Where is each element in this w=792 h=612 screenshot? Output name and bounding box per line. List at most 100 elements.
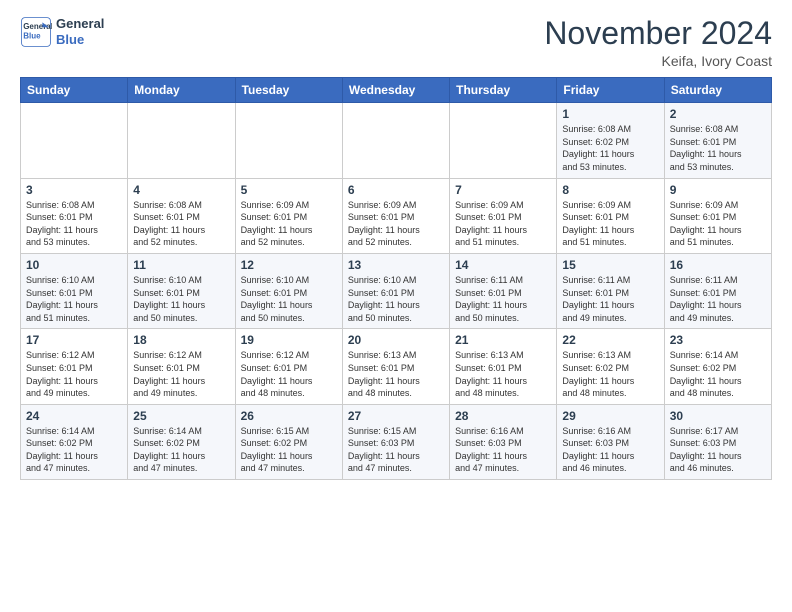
- day-info: Sunrise: 6:17 AM Sunset: 6:03 PM Dayligh…: [670, 425, 766, 475]
- day-number: 23: [670, 333, 766, 347]
- day-number: 6: [348, 183, 444, 197]
- day-info: Sunrise: 6:14 AM Sunset: 6:02 PM Dayligh…: [133, 425, 229, 475]
- calendar-cell: 22Sunrise: 6:13 AM Sunset: 6:02 PM Dayli…: [557, 329, 664, 404]
- day-info: Sunrise: 6:08 AM Sunset: 6:02 PM Dayligh…: [562, 123, 658, 173]
- svg-text:General: General: [23, 22, 52, 31]
- day-number: 29: [562, 409, 658, 423]
- month-title: November 2024: [544, 16, 772, 51]
- weekday-header: Sunday: [21, 78, 128, 103]
- calendar-cell: 17 Sunrise: 6:12 AM Sunset: 6:01 PM Dayli…: [21, 329, 128, 404]
- calendar-cell: 19 Sunrise: 6:12 AM Sunset: 6:01 PM Dayli…: [235, 329, 342, 404]
- day-number: 10: [26, 258, 122, 272]
- day-number: 19: [241, 333, 337, 347]
- page: General Blue General Blue November 2024 …: [0, 0, 792, 612]
- day-number: 2: [670, 107, 766, 121]
- day-number: 18: [133, 333, 229, 347]
- calendar-cell: 7 Sunrise: 6:09 AM Sunset: 6:01 PM Daylig…: [450, 178, 557, 253]
- calendar-cell: 4 Sunrise: 6:08 AM Sunset: 6:01 PM Daylig…: [128, 178, 235, 253]
- weekday-header: Saturday: [664, 78, 771, 103]
- day-info: Sunrise: 6:16 AM Sunset: 6:03 PM Dayligh…: [455, 425, 551, 475]
- calendar-cell: 6 Sunrise: 6:09 AM Sunset: 6:01 PM Daylig…: [342, 178, 449, 253]
- location: Keifa, Ivory Coast: [544, 53, 772, 69]
- day-info: Sunrise: 6:10 AM Sunset: 6:01 PM Dayligh…: [26, 274, 122, 324]
- day-info: Sunrise: 6:08 AM Sunset: 6:01 PM Dayligh…: [670, 123, 766, 173]
- day-number: 17: [26, 333, 122, 347]
- calendar-cell: 3Sunrise: 6:08 AM Sunset: 6:01 PM Daylig…: [21, 178, 128, 253]
- calendar-cell: 2 Sunrise: 6:08 AM Sunset: 6:01 PM Daylig…: [664, 103, 771, 178]
- calendar: SundayMondayTuesdayWednesdayThursdayFrid…: [20, 77, 772, 480]
- calendar-cell: 29 Sunrise: 6:16 AM Sunset: 6:03 PM Dayli…: [557, 404, 664, 479]
- day-number: 11: [133, 258, 229, 272]
- day-number: 16: [670, 258, 766, 272]
- day-number: 12: [241, 258, 337, 272]
- day-info: Sunrise: 6:12 AM Sunset: 6:01 PM Dayligh…: [26, 349, 122, 399]
- day-number: 28: [455, 409, 551, 423]
- day-number: 5: [241, 183, 337, 197]
- weekday-header: Monday: [128, 78, 235, 103]
- day-number: 14: [455, 258, 551, 272]
- day-info: Sunrise: 6:10 AM Sunset: 6:01 PM Dayligh…: [133, 274, 229, 324]
- calendar-cell: 1 Sunrise: 6:08 AM Sunset: 6:02 PM Daylig…: [557, 103, 664, 178]
- weekday-header: Wednesday: [342, 78, 449, 103]
- calendar-cell: 21 Sunrise: 6:13 AM Sunset: 6:01 PM Dayli…: [450, 329, 557, 404]
- calendar-cell: [342, 103, 449, 178]
- svg-text:Blue: Blue: [23, 31, 41, 40]
- day-info: Sunrise: 6:14 AM Sunset: 6:02 PM Dayligh…: [26, 425, 122, 475]
- day-number: 3: [26, 183, 122, 197]
- day-number: 1: [562, 107, 658, 121]
- calendar-cell: [128, 103, 235, 178]
- calendar-week-row: 10 Sunrise: 6:10 AM Sunset: 6:01 PM Dayli…: [21, 253, 772, 328]
- calendar-cell: 20Sunrise: 6:13 AM Sunset: 6:01 PM Dayli…: [342, 329, 449, 404]
- calendar-cell: 14Sunrise: 6:11 AM Sunset: 6:01 PM Dayli…: [450, 253, 557, 328]
- calendar-cell: 25Sunrise: 6:14 AM Sunset: 6:02 PM Dayli…: [128, 404, 235, 479]
- day-info: Sunrise: 6:09 AM Sunset: 6:01 PM Dayligh…: [348, 199, 444, 249]
- title-block: November 2024 Keifa, Ivory Coast: [544, 16, 772, 69]
- weekday-header: Tuesday: [235, 78, 342, 103]
- day-info: Sunrise: 6:08 AM Sunset: 6:01 PM Dayligh…: [133, 199, 229, 249]
- calendar-cell: [450, 103, 557, 178]
- calendar-cell: 9 Sunrise: 6:09 AM Sunset: 6:01 PM Daylig…: [664, 178, 771, 253]
- calendar-cell: 26Sunrise: 6:15 AM Sunset: 6:02 PM Dayli…: [235, 404, 342, 479]
- calendar-cell: 18 Sunrise: 6:12 AM Sunset: 6:01 PM Dayli…: [128, 329, 235, 404]
- day-info: Sunrise: 6:11 AM Sunset: 6:01 PM Dayligh…: [562, 274, 658, 324]
- day-info: Sunrise: 6:09 AM Sunset: 6:01 PM Dayligh…: [670, 199, 766, 249]
- calendar-cell: 10 Sunrise: 6:10 AM Sunset: 6:01 PM Dayli…: [21, 253, 128, 328]
- calendar-cell: 12Sunrise: 6:10 AM Sunset: 6:01 PM Dayli…: [235, 253, 342, 328]
- calendar-cell: 16 Sunrise: 6:11 AM Sunset: 6:01 PM Dayli…: [664, 253, 771, 328]
- day-info: Sunrise: 6:09 AM Sunset: 6:01 PM Dayligh…: [455, 199, 551, 249]
- calendar-cell: [21, 103, 128, 178]
- day-info: Sunrise: 6:12 AM Sunset: 6:01 PM Dayligh…: [133, 349, 229, 399]
- day-number: 15: [562, 258, 658, 272]
- day-number: 27: [348, 409, 444, 423]
- day-number: 30: [670, 409, 766, 423]
- day-info: Sunrise: 6:09 AM Sunset: 6:01 PM Dayligh…: [562, 199, 658, 249]
- day-info: Sunrise: 6:12 AM Sunset: 6:01 PM Dayligh…: [241, 349, 337, 399]
- day-number: 8: [562, 183, 658, 197]
- day-number: 20: [348, 333, 444, 347]
- weekday-header: Friday: [557, 78, 664, 103]
- calendar-week-row: 17 Sunrise: 6:12 AM Sunset: 6:01 PM Dayli…: [21, 329, 772, 404]
- calendar-cell: 5Sunrise: 6:09 AM Sunset: 6:01 PM Daylig…: [235, 178, 342, 253]
- day-number: 7: [455, 183, 551, 197]
- logo-icon: General Blue: [20, 16, 52, 48]
- weekday-header: Thursday: [450, 78, 557, 103]
- logo-text: General Blue: [56, 16, 104, 47]
- day-number: 26: [241, 409, 337, 423]
- header: General Blue General Blue November 2024 …: [20, 16, 772, 69]
- calendar-week-row: 1 Sunrise: 6:08 AM Sunset: 6:02 PM Daylig…: [21, 103, 772, 178]
- calendar-cell: 13 Sunrise: 6:10 AM Sunset: 6:01 PM Dayli…: [342, 253, 449, 328]
- day-number: 4: [133, 183, 229, 197]
- day-info: Sunrise: 6:14 AM Sunset: 6:02 PM Dayligh…: [670, 349, 766, 399]
- day-info: Sunrise: 6:10 AM Sunset: 6:01 PM Dayligh…: [348, 274, 444, 324]
- day-number: 13: [348, 258, 444, 272]
- day-number: 24: [26, 409, 122, 423]
- day-info: Sunrise: 6:13 AM Sunset: 6:01 PM Dayligh…: [455, 349, 551, 399]
- day-number: 21: [455, 333, 551, 347]
- day-number: 9: [670, 183, 766, 197]
- calendar-cell: 28 Sunrise: 6:16 AM Sunset: 6:03 PM Dayli…: [450, 404, 557, 479]
- weekday-header-row: SundayMondayTuesdayWednesdayThursdayFrid…: [21, 78, 772, 103]
- day-info: Sunrise: 6:11 AM Sunset: 6:01 PM Dayligh…: [670, 274, 766, 324]
- day-info: Sunrise: 6:16 AM Sunset: 6:03 PM Dayligh…: [562, 425, 658, 475]
- logo: General Blue General Blue: [20, 16, 104, 48]
- day-info: Sunrise: 6:13 AM Sunset: 6:02 PM Dayligh…: [562, 349, 658, 399]
